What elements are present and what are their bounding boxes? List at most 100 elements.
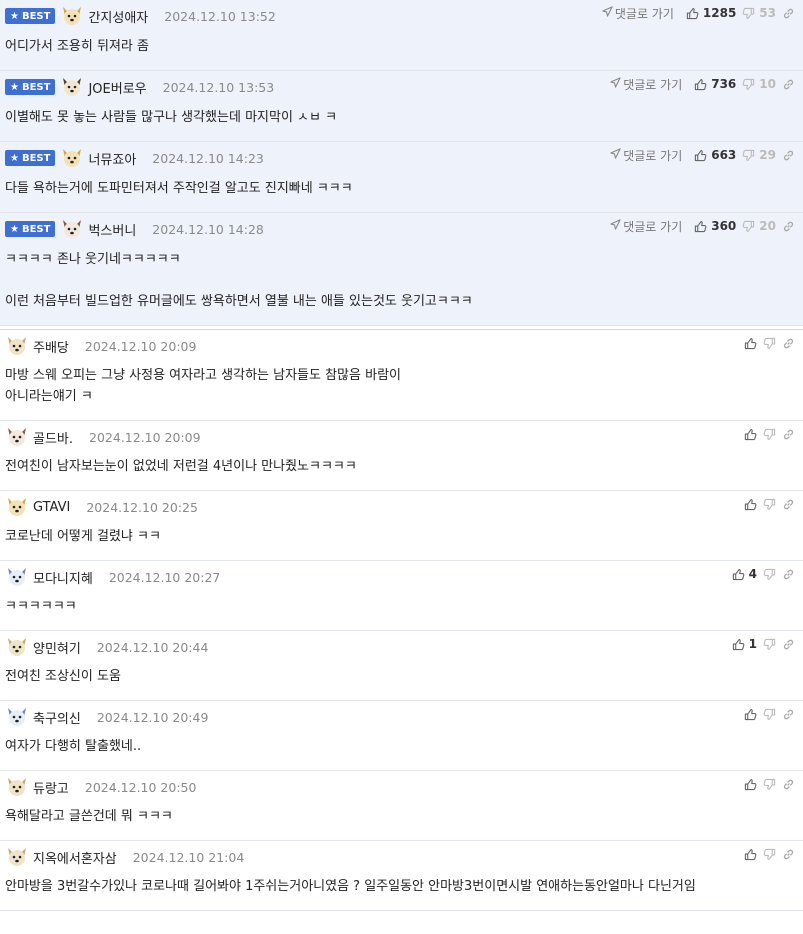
thumbs-up-icon — [732, 638, 745, 651]
upvote-button[interactable] — [744, 778, 757, 791]
dog-face-pale-icon[interactable] — [5, 635, 29, 659]
dog-face-pale-icon[interactable] — [5, 845, 29, 869]
upvote-button[interactable]: 663 — [694, 148, 736, 162]
link-icon[interactable] — [782, 708, 795, 721]
best-label: BEST — [21, 10, 51, 22]
dog-face-blue-icon[interactable] — [5, 705, 29, 729]
link-icon[interactable] — [782, 778, 795, 791]
downvote-count: 20 — [759, 219, 776, 233]
upvote-button[interactable]: 360 — [694, 219, 736, 233]
comment: GTAVI 2024.12.10 20:25 코로난데 어떻게 걸렸냐 ㅋㅋ — [0, 491, 803, 561]
downvote-button[interactable] — [763, 848, 776, 861]
thumbs-up-icon — [732, 568, 745, 581]
thumbs-up-icon — [744, 428, 757, 441]
thumbs-down-icon — [763, 337, 776, 350]
thumbs-down-icon — [763, 708, 776, 721]
nickname[interactable]: JOE버로우 — [88, 78, 146, 97]
link-icon[interactable] — [782, 638, 795, 651]
nickname[interactable]: 골드바. — [33, 428, 73, 447]
upvote-button[interactable]: 4 — [732, 567, 757, 581]
thumbs-up-icon — [744, 708, 757, 721]
downvote-count: 53 — [759, 6, 776, 20]
send-icon — [610, 219, 621, 233]
upvote-button[interactable]: 1285 — [686, 6, 736, 20]
downvote-button[interactable] — [763, 778, 776, 791]
goto-comment-link[interactable]: 댓글로 가기 — [610, 218, 682, 235]
best-label: BEST — [21, 81, 51, 93]
dog-face-pale-icon[interactable] — [5, 775, 29, 799]
upvote-count: 1 — [748, 637, 757, 651]
nickname[interactable]: 벅스버니 — [88, 220, 136, 239]
dog-face-brown-icon[interactable] — [60, 217, 84, 241]
upvote-button[interactable] — [744, 708, 757, 721]
upvote-button[interactable] — [744, 428, 757, 441]
star-icon: ★ — [10, 81, 19, 93]
link-icon[interactable] — [782, 428, 795, 441]
comment-date: 2024.12.10 20:27 — [108, 569, 221, 585]
upvote-button[interactable]: 736 — [694, 77, 736, 91]
downvote-button[interactable]: 10 — [742, 77, 776, 91]
dog-face-blue-icon[interactable] — [5, 565, 29, 589]
best-badge: ★ BEST — [5, 150, 56, 166]
comment-header: 골드바. 2024.12.10 20:09 — [5, 425, 201, 449]
dog-face-dark-icon[interactable] — [60, 75, 84, 99]
downvote-button[interactable]: 29 — [742, 148, 776, 162]
link-icon[interactable] — [782, 337, 795, 350]
goto-label: 댓글로 가기 — [623, 148, 683, 163]
thumbs-down-icon — [763, 638, 776, 651]
downvote-button[interactable]: 53 — [742, 6, 776, 20]
nickname[interactable]: 양민혀기 — [33, 638, 81, 657]
goto-comment-link[interactable]: 댓글로 가기 — [602, 5, 674, 22]
send-icon — [610, 148, 621, 162]
link-icon[interactable] — [782, 498, 795, 511]
nickname[interactable]: GTAVI — [33, 500, 70, 515]
nickname[interactable]: 너뮤죠아 — [88, 149, 136, 168]
nickname[interactable]: 듀랑고 — [33, 778, 69, 797]
link-icon[interactable] — [782, 78, 795, 91]
goto-comment-link[interactable]: 댓글로 가기 — [610, 76, 682, 93]
comment-date: 2024.12.10 21:04 — [132, 849, 245, 865]
downvote-button[interactable] — [763, 337, 776, 350]
dog-face-tan-icon[interactable] — [5, 495, 29, 519]
downvote-button[interactable] — [763, 498, 776, 511]
thumbs-up-icon — [744, 498, 757, 511]
thumbs-up-icon — [744, 778, 757, 791]
dog-face-tan-icon[interactable] — [60, 146, 84, 170]
downvote-button[interactable] — [763, 708, 776, 721]
nickname[interactable]: 주배당 — [33, 337, 69, 356]
link-icon[interactable] — [782, 7, 795, 20]
link-icon[interactable] — [782, 568, 795, 581]
comment-header: 지옥에서혼자삼 2024.12.10 21:04 — [5, 845, 244, 869]
upvote-button[interactable] — [744, 498, 757, 511]
upvote-button[interactable] — [744, 848, 757, 861]
comment: 양민혀기 2024.12.10 20:44 1 전여친 조상신이 도움 — [0, 631, 803, 701]
thumbs-up-icon — [744, 848, 757, 861]
nickname[interactable]: 지옥에서혼자삼 — [33, 848, 117, 867]
downvote-button[interactable] — [763, 638, 776, 651]
downvote-button[interactable]: 20 — [742, 219, 776, 233]
goto-comment-link[interactable]: 댓글로 가기 — [610, 147, 682, 164]
upvote-count: 1285 — [702, 6, 737, 20]
comment-actions: 댓글로 가기 360 20 — [610, 217, 795, 235]
comment-list: ★ BEST 간지성애자 2024.12.10 13:52 댓글로 가기 1285 53 어디… — [0, 0, 803, 911]
link-icon[interactable] — [782, 848, 795, 861]
best-badge: ★ BEST — [5, 221, 56, 237]
downvote-button[interactable] — [763, 568, 776, 581]
comment-actions: 댓글로 가기 736 10 — [610, 75, 795, 93]
upvote-button[interactable] — [744, 337, 757, 350]
star-icon: ★ — [10, 10, 19, 22]
link-icon[interactable] — [782, 220, 795, 233]
dog-face-tan-icon[interactable] — [60, 4, 84, 28]
upvote-button[interactable]: 1 — [732, 637, 757, 651]
downvote-button[interactable] — [763, 428, 776, 441]
link-icon[interactable] — [782, 149, 795, 162]
dog-face-brown-icon[interactable] — [5, 425, 29, 449]
best-label: BEST — [21, 152, 51, 164]
comment-date: 2024.12.10 20:09 — [84, 338, 197, 354]
best-comment: ★ BEST 너뮤죠아 2024.12.10 14:23 댓글로 가기 663 29 다들 욕… — [0, 142, 803, 213]
nickname[interactable]: 축구의신 — [33, 708, 81, 727]
comment-actions — [744, 334, 795, 352]
dog-face-pale-icon[interactable] — [5, 334, 29, 358]
nickname[interactable]: 모다니지혜 — [33, 568, 93, 587]
nickname[interactable]: 간지성애자 — [88, 7, 148, 26]
